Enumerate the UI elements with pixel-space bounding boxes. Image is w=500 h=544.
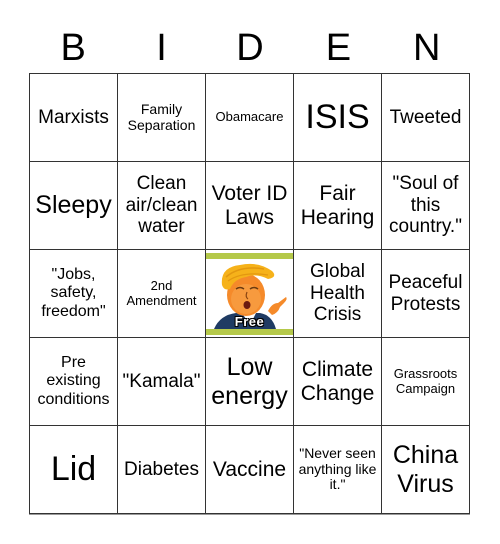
bingo-cell[interactable]: "Kamala" xyxy=(118,338,206,426)
bingo-cell[interactable]: Global Health Crisis xyxy=(294,250,382,338)
header-letter-n: N xyxy=(413,27,441,69)
header-letter-b: B xyxy=(60,27,86,69)
bingo-cell[interactable]: Family Separation xyxy=(118,74,206,162)
bingo-cell[interactable]: 2nd Amendment xyxy=(118,250,206,338)
bingo-cell[interactable]: Pre existing conditions xyxy=(30,338,118,426)
bingo-cell[interactable]: Low energy xyxy=(206,338,294,426)
bingo-cell[interactable]: Fair Hearing xyxy=(294,162,382,250)
free-space-label: Free xyxy=(234,313,265,329)
bingo-cell[interactable]: Tweeted xyxy=(382,74,470,162)
bingo-cell[interactable]: Marxists xyxy=(30,74,118,162)
bingo-cell[interactable]: Vaccine xyxy=(206,426,294,514)
free-space-image: Free xyxy=(206,252,293,335)
bingo-cell[interactable]: China Virus xyxy=(382,426,470,514)
bingo-grid: Marxists Family Separation Obamacare ISI… xyxy=(29,73,470,514)
bingo-cell[interactable]: "Soul of this country." xyxy=(382,162,470,250)
bingo-cell[interactable]: ISIS xyxy=(294,74,382,162)
header-letter-i: I xyxy=(156,27,167,69)
bingo-cell[interactable]: Lid xyxy=(30,426,118,514)
bingo-cell[interactable]: Peaceful Protests xyxy=(382,250,470,338)
bingo-header: B I D E N xyxy=(29,24,471,72)
bingo-cell[interactable]: Clean air/clean water xyxy=(118,162,206,250)
bingo-cell[interactable]: "Never seen anything like it." xyxy=(294,426,382,514)
bingo-cell[interactable]: Voter ID Laws xyxy=(206,162,294,250)
header-letter-d: D xyxy=(236,27,264,69)
bingo-cell[interactable]: "Jobs, safety, freedom" xyxy=(30,250,118,338)
bingo-cell[interactable]: Climate Change xyxy=(294,338,382,426)
bingo-cell[interactable]: Diabetes xyxy=(118,426,206,514)
free-space-cell[interactable]: Free xyxy=(206,250,294,338)
bingo-cell[interactable]: Sleepy xyxy=(30,162,118,250)
bingo-cell[interactable]: Obamacare xyxy=(206,74,294,162)
bingo-cell[interactable]: Grassroots Campaign xyxy=(382,338,470,426)
header-letter-e: E xyxy=(325,27,352,69)
